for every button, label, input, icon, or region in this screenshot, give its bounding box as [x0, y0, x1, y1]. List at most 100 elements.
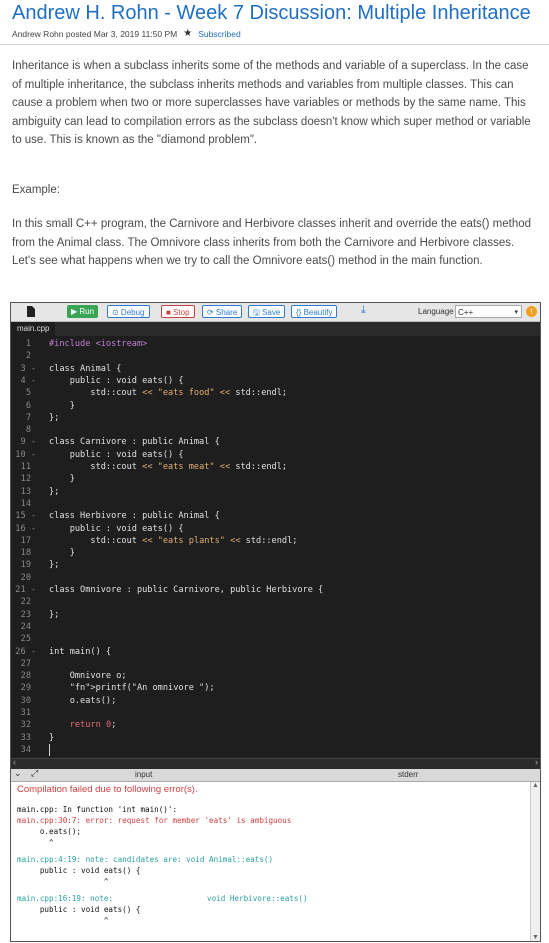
- output-line: o.eats();: [17, 827, 82, 836]
- output-line: ^: [17, 916, 109, 925]
- line-number: 10 -: [15, 449, 36, 460]
- scroll-right-icon[interactable]: ›: [535, 757, 538, 767]
- note-location-link[interactable]: main.cpp:4:19:: [17, 855, 81, 864]
- stop-button[interactable]: ■ Stop: [161, 305, 195, 318]
- note-message: note:: [85, 894, 114, 903]
- code-text: std::cout << "eats food" << std::endl;: [49, 388, 288, 399]
- line-number: 12: [20, 474, 31, 485]
- text-cursor: [49, 743, 50, 756]
- line-number: 34: [20, 744, 31, 755]
- code-line: 20: [11, 572, 540, 584]
- code-line: 9 - class Carnivore : public Animal {: [11, 436, 540, 448]
- star-icon[interactable]: ★: [183, 28, 192, 39]
- code-ide: ▶ Run ⊙ Debug ■ Stop ⟳ Share 🖫 Save {} B…: [10, 302, 541, 942]
- line-number: 33: [20, 732, 31, 743]
- line-number: 4 -: [20, 375, 36, 386]
- language-label: Language: [418, 307, 454, 316]
- line-number: 16 -: [15, 523, 36, 534]
- code-text: };: [49, 560, 60, 571]
- line-number: 14: [20, 498, 31, 509]
- code-line: 8: [11, 424, 540, 436]
- output-line: void Herbivore::eats(): [207, 894, 308, 903]
- output-tab-bar: ⌄ ⤢ input stderr: [11, 768, 540, 782]
- code-line: 12 }: [11, 473, 540, 485]
- post-paragraph-2: Example:: [12, 184, 60, 196]
- line-number: 17: [20, 535, 31, 546]
- file-tab-bar: main.cpp: [11, 322, 540, 336]
- output-line: ^: [17, 877, 109, 886]
- line-number: 19: [20, 560, 31, 571]
- error-location-link[interactable]: main.cpp:30:7:: [17, 816, 81, 825]
- line-number: 5: [25, 388, 31, 399]
- code-text: std::cout << "eats plants" << std::endl;: [49, 535, 298, 546]
- line-number: 23: [20, 609, 31, 620]
- code-text: o.eats();: [49, 695, 117, 706]
- code-line: 30 o.eats();: [11, 695, 540, 707]
- line-number: 29: [20, 683, 31, 694]
- code-line: 21 - class Omnivore : public Carnivore, p…: [11, 584, 540, 596]
- code-line: 7};: [11, 412, 540, 424]
- language-select[interactable]: C++ ▾: [455, 305, 522, 318]
- code-line: 31: [11, 707, 540, 719]
- run-button[interactable]: ▶ Run: [67, 305, 99, 318]
- line-number: 20: [20, 572, 31, 583]
- info-icon[interactable]: !: [526, 306, 537, 317]
- code-text: std::cout << "eats meat" << std::endl;: [49, 462, 288, 472]
- code-line: 29 "fn">printf("An omnivore ");: [11, 682, 540, 694]
- file-icon[interactable]: [27, 306, 35, 317]
- code-line: 6 }: [11, 400, 540, 412]
- output-line: main.cpp: In function 'int main()':: [17, 804, 177, 815]
- code-line: 26 - int main() {: [11, 646, 540, 658]
- code-text: public : void eats() {: [49, 375, 184, 386]
- divider: [0, 44, 549, 45]
- line-number: 2: [25, 351, 31, 362]
- save-button[interactable]: 🖫 Save: [248, 305, 286, 318]
- debug-button[interactable]: ⊙ Debug: [107, 305, 150, 318]
- scroll-up-icon[interactable]: ▲: [532, 782, 539, 789]
- expand-icon[interactable]: ⤢: [31, 768, 38, 779]
- code-line: 17 std::cout << "eats plants" << std::en…: [11, 535, 540, 547]
- tab-stderr[interactable]: stderr: [398, 769, 418, 781]
- output-line: main.cpp:4:19: note: candidates are: voi…: [17, 854, 273, 865]
- note-location-link[interactable]: main.cpp:16:19:: [17, 894, 86, 903]
- code-line: 15 - class Herbivore : public Animal {: [11, 510, 540, 522]
- ide-toolbar: ▶ Run ⊙ Debug ■ Stop ⟳ Share 🖫 Save {} B…: [11, 303, 540, 322]
- collapse-chevron-icon[interactable]: ⌄: [14, 768, 22, 779]
- horizontal-scrollbar[interactable]: ‹ ›: [11, 757, 540, 769]
- line-number: 11: [20, 462, 31, 472]
- code-editor[interactable]: 1 #include <iostream> 2 3 - class Animal {4 …: [11, 336, 540, 756]
- code-line: 24: [11, 621, 540, 633]
- tab-input[interactable]: input: [135, 769, 152, 781]
- line-number: 24: [20, 621, 31, 632]
- code-text: }: [49, 474, 75, 485]
- note-message: note: candidates are: void Animal::eats(…: [81, 855, 274, 864]
- code-line: 13};: [11, 486, 540, 498]
- code-text: }: [49, 400, 75, 411]
- post-title: Andrew H. Rohn - Week 7 Discussion: Mult…: [12, 2, 531, 24]
- scroll-left-icon[interactable]: ‹: [13, 757, 16, 767]
- code-line: 27: [11, 658, 540, 670]
- file-tab-main-cpp[interactable]: main.cpp: [11, 322, 56, 336]
- post-author-date: Andrew Rohn posted Mar 3, 2019 11:50 PM: [12, 28, 178, 39]
- download-icon[interactable]: ⤓: [361, 304, 366, 317]
- beautify-button[interactable]: {} Beautify: [291, 305, 338, 318]
- code-line: 1 #include <iostream>: [11, 338, 540, 350]
- subscribed-link[interactable]: Subscribed: [198, 29, 241, 39]
- line-number: 13: [20, 486, 31, 497]
- code-text: };: [49, 609, 60, 620]
- share-button[interactable]: ⟳ Share: [202, 305, 243, 318]
- chevron-down-icon: ▾: [514, 309, 518, 316]
- output-line: public : void eats() {: [17, 866, 141, 875]
- code-line: 19};: [11, 559, 540, 571]
- output-panel: Compilation failed due to following erro…: [11, 782, 540, 941]
- line-number: 26 -: [15, 646, 36, 657]
- code-line: 33}: [11, 732, 540, 744]
- code-line: 28 Omnivore o;: [11, 670, 540, 682]
- compile-error-header: Compilation failed due to following erro…: [17, 784, 198, 795]
- code-line: 18 }: [11, 547, 540, 559]
- scroll-down-icon[interactable]: ▼: [532, 934, 539, 941]
- vertical-scrollbar[interactable]: ▲ ▼: [530, 782, 540, 941]
- line-number: 8: [25, 425, 31, 436]
- code-text: class Omnivore : public Carnivore, publi…: [49, 585, 324, 595]
- code-text: "fn">printf("An omnivore ");: [69, 683, 215, 694]
